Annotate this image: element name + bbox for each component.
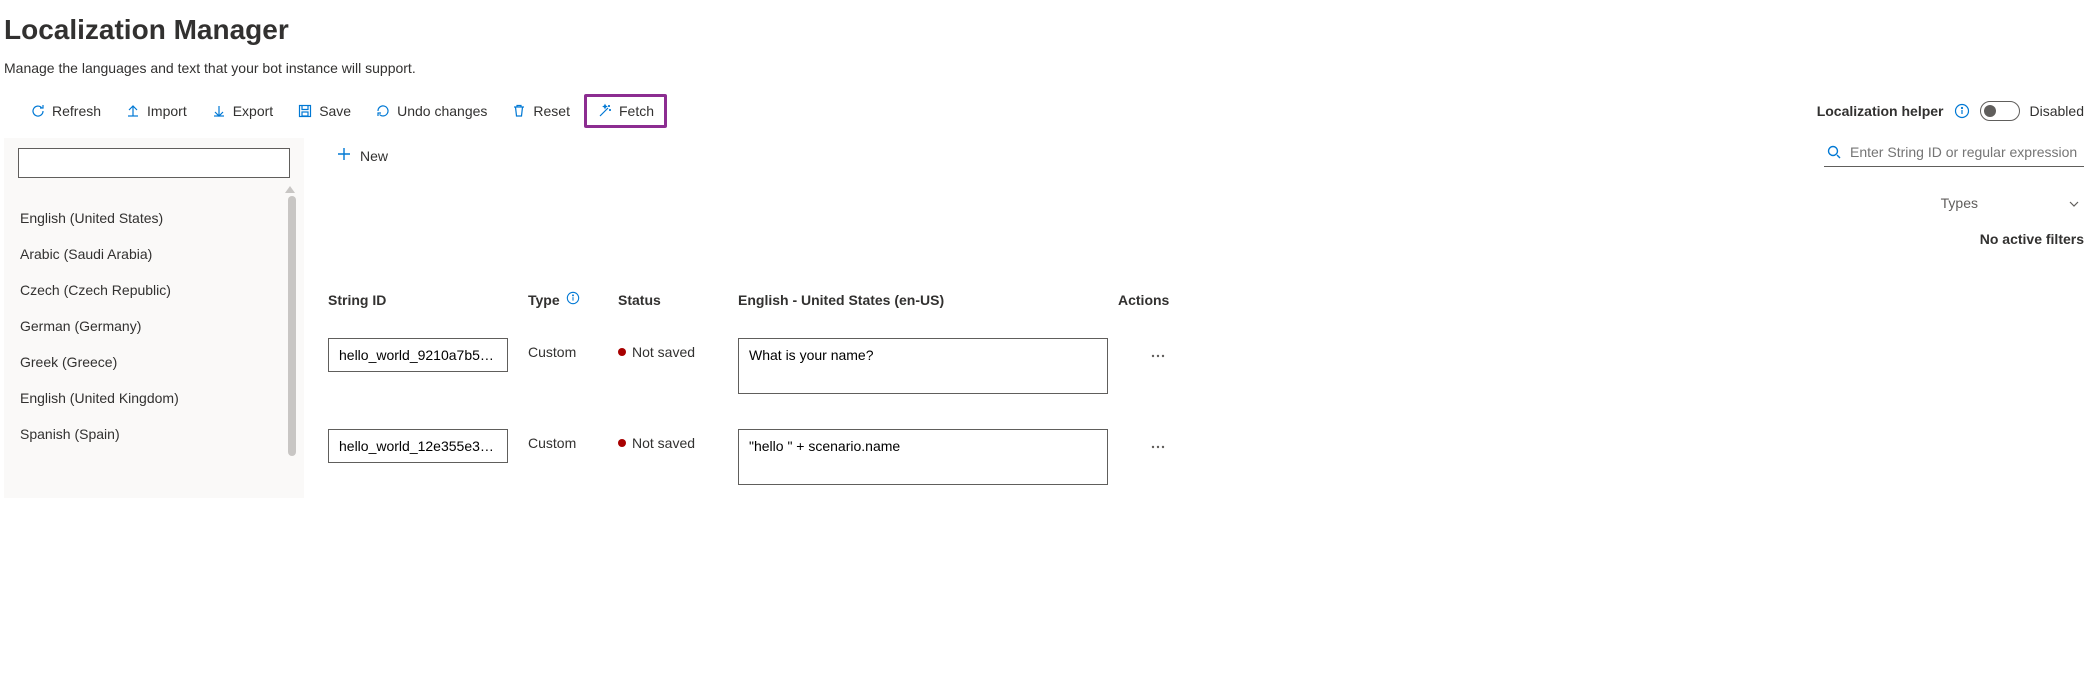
delete-icon xyxy=(511,103,527,119)
type-cell: Custom xyxy=(528,338,618,360)
main-content: New Types No active filters xyxy=(304,134,2094,504)
status-dot-icon xyxy=(618,439,626,447)
import-icon xyxy=(125,103,141,119)
string-id-input[interactable] xyxy=(328,429,508,463)
english-input[interactable] xyxy=(738,338,1108,394)
undo-icon xyxy=(375,103,391,119)
new-button[interactable]: New xyxy=(324,138,400,173)
scroll-arrow-up xyxy=(285,186,295,193)
new-label: New xyxy=(360,148,388,164)
row-more-button[interactable] xyxy=(1146,435,1170,462)
fetch-button[interactable]: Fetch xyxy=(584,94,667,128)
language-list: English (United States) Arabic (Saudi Ar… xyxy=(18,200,290,452)
export-icon xyxy=(211,103,227,119)
types-dropdown[interactable]: Types xyxy=(1937,189,2084,217)
english-input[interactable] xyxy=(738,429,1108,485)
table-header: String ID Type Status English - United S… xyxy=(324,291,2084,322)
row-more-button[interactable] xyxy=(1146,344,1170,371)
list-item[interactable]: English (United Kingdom) xyxy=(18,380,290,416)
status-text: Not saved xyxy=(632,435,695,451)
type-cell: Custom xyxy=(528,429,618,451)
status-dot-icon xyxy=(618,348,626,356)
string-id-input[interactable] xyxy=(328,338,508,372)
col-english: English - United States (en-US) xyxy=(738,292,1118,308)
save-label: Save xyxy=(319,103,351,119)
chevron-down-icon xyxy=(2068,197,2080,209)
refresh-button[interactable]: Refresh xyxy=(20,97,111,125)
table-row: Custom Not saved xyxy=(324,322,2084,413)
col-status: Status xyxy=(618,292,738,308)
page-title: Localization Manager xyxy=(4,14,2094,46)
list-item[interactable]: Arabic (Saudi Arabia) xyxy=(18,236,290,272)
table-row: Custom Not saved xyxy=(324,413,2084,504)
info-icon[interactable] xyxy=(566,291,580,308)
list-item[interactable]: Czech (Czech Republic) xyxy=(18,272,290,308)
refresh-label: Refresh xyxy=(52,103,101,119)
plus-icon xyxy=(336,146,352,165)
string-search-input[interactable] xyxy=(1824,138,2084,167)
page-subtitle: Manage the languages and text that your … xyxy=(4,60,2094,76)
import-label: Import xyxy=(147,103,187,119)
fetch-label: Fetch xyxy=(619,103,654,119)
command-bar: Refresh Import Export Save xyxy=(4,94,2094,134)
toggle-knob xyxy=(1984,105,1996,117)
language-search-input[interactable] xyxy=(18,148,290,178)
list-item[interactable]: Greek (Greece) xyxy=(18,344,290,380)
more-horizontal-icon xyxy=(1150,352,1166,367)
localization-helper-label: Localization helper xyxy=(1817,103,1944,119)
col-type: Type xyxy=(528,292,560,308)
search-icon xyxy=(1826,144,1842,163)
strings-table: String ID Type Status English - United S… xyxy=(324,291,2084,504)
scrollbar[interactable] xyxy=(288,196,296,456)
list-item[interactable]: Spanish (Spain) xyxy=(18,416,290,452)
export-label: Export xyxy=(233,103,273,119)
more-horizontal-icon xyxy=(1150,443,1166,458)
list-item[interactable]: German (Germany) xyxy=(18,308,290,344)
wand-icon xyxy=(597,103,613,119)
localization-helper-toggle[interactable] xyxy=(1980,101,2020,121)
refresh-icon xyxy=(30,103,46,119)
reset-label: Reset xyxy=(533,103,570,119)
no-active-filters: No active filters xyxy=(324,231,2084,247)
status-text: Not saved xyxy=(632,344,695,360)
info-icon[interactable] xyxy=(1954,103,1970,119)
toggle-state-label: Disabled xyxy=(2030,103,2084,119)
save-icon xyxy=(297,103,313,119)
col-actions: Actions xyxy=(1118,292,1238,308)
undo-button[interactable]: Undo changes xyxy=(365,97,497,125)
undo-label: Undo changes xyxy=(397,103,487,119)
col-string-id: String ID xyxy=(328,292,528,308)
save-button[interactable]: Save xyxy=(287,97,361,125)
reset-button[interactable]: Reset xyxy=(501,97,580,125)
list-item[interactable]: English (United States) xyxy=(18,200,290,236)
export-button[interactable]: Export xyxy=(201,97,283,125)
types-label: Types xyxy=(1941,195,1978,211)
language-sidebar: English (United States) Arabic (Saudi Ar… xyxy=(4,138,304,498)
import-button[interactable]: Import xyxy=(115,97,197,125)
